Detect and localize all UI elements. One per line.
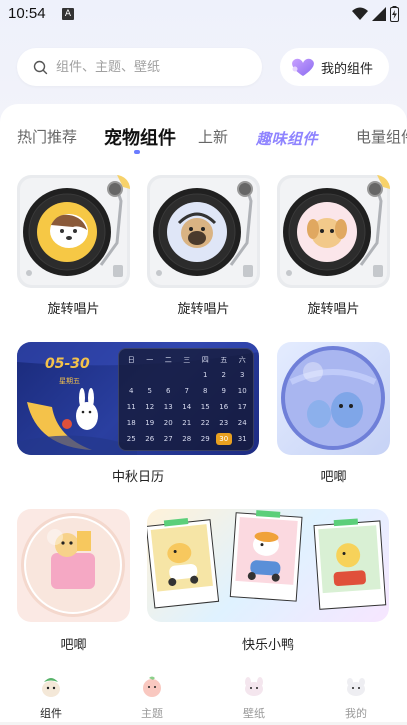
calendar-day: 24 <box>237 419 247 427</box>
calendar-header: 五 <box>220 356 228 364</box>
calendar-day: 13 <box>163 403 173 411</box>
bottom-nav: 组件 主题 壁纸 我的 <box>0 668 407 725</box>
duck-photos-art <box>147 510 387 610</box>
search-icon <box>33 60 48 74</box>
widget-record-3[interactable] <box>277 175 390 288</box>
calendar-weekday: 星期五 <box>59 377 80 385</box>
calendar-day: 19 <box>145 419 155 427</box>
status-icons <box>352 6 399 22</box>
calendar-day: 16 <box>219 403 229 411</box>
calendar-grid: 日一二三四五六 1 2 3 4 5 6 7 8 9 10 11 12 13 14 15 16 17 18 19 20 21… <box>118 348 254 451</box>
calendar-day: 27 <box>163 435 173 443</box>
calendar-header: 三 <box>183 356 191 364</box>
calendar-day: 28 <box>182 435 192 443</box>
widget-duck[interactable] <box>147 509 389 622</box>
calendar-day: 30 <box>215 433 232 445</box>
calendar-day: 22 <box>200 419 210 427</box>
calendar-header: 日 <box>127 356 135 364</box>
nav-label: 组件 <box>40 707 62 720</box>
calendar-day: 3 <box>240 371 245 379</box>
widget-label: 旋转唱片 <box>307 302 360 317</box>
calendar-day: 26 <box>145 435 155 443</box>
record-player-1 <box>20 175 130 285</box>
calendar-day: 5 <box>147 387 152 395</box>
calendar-day: 7 <box>184 387 189 395</box>
widget-bubble-2[interactable] <box>17 509 130 622</box>
widget-label: 快乐小鸭 <box>241 638 294 653</box>
widget-label: 吧唧 <box>320 470 347 485</box>
tab-pets[interactable]: 宠物组件 <box>104 126 176 150</box>
widget-record-2[interactable] <box>147 175 260 288</box>
search-box[interactable] <box>17 48 262 86</box>
calendar-day: 2 <box>221 371 226 379</box>
calendar-day: 11 <box>126 403 136 411</box>
nav-label: 主题 <box>141 707 163 720</box>
calendar-day: 8 <box>203 387 208 395</box>
tab-new[interactable]: 上新 <box>198 126 228 147</box>
calendar-day: 4 <box>129 387 134 395</box>
record-player-2 <box>150 178 257 285</box>
calendar-day: 25 <box>126 435 136 443</box>
calendar-day: 21 <box>182 419 192 427</box>
tab-fun[interactable]: 趣味组件 <box>256 128 318 149</box>
calendar-day: 6 <box>166 387 171 395</box>
calendar-day: 23 <box>219 419 229 427</box>
my-widgets-label: 我的组件 <box>321 61 374 77</box>
calendar-day: 1 <box>203 371 208 379</box>
calendar-date: 05-30 <box>45 356 90 372</box>
calendar-day: 10 <box>237 387 247 395</box>
tab-hot[interactable]: 热门推荐 <box>17 126 77 147</box>
widget-label: 旋转唱片 <box>177 302 230 317</box>
status-time: 10:54 <box>8 5 46 22</box>
battery-icon <box>390 6 399 22</box>
calendar-day: 12 <box>145 403 155 411</box>
calendar-day: 31 <box>237 435 247 443</box>
calendar-day: 17 <box>237 403 247 411</box>
nav-themes[interactable]: 主题 <box>122 668 182 721</box>
record-player-3 <box>280 175 390 285</box>
widget-label: 旋转唱片 <box>47 302 100 317</box>
widget-label: 吧唧 <box>60 638 87 653</box>
calendar-header: 二 <box>164 356 172 364</box>
notification-icon: A <box>62 8 74 20</box>
nav-profile[interactable]: 我的 <box>326 668 386 721</box>
nav-label: 我的 <box>345 707 367 720</box>
status-bar: 10:54 A <box>0 0 407 28</box>
widget-record-1[interactable] <box>17 175 130 288</box>
calendar-day: 9 <box>221 387 226 395</box>
heart-icon <box>292 58 314 76</box>
signal-icon <box>372 7 386 21</box>
tab-battery[interactable]: 电量组件 <box>356 126 407 147</box>
widgets-nav-icon <box>42 678 60 697</box>
bubble-art-2 <box>21 513 125 617</box>
calendar-header: 六 <box>238 356 246 364</box>
my-widgets-button[interactable]: 我的组件 <box>280 48 389 86</box>
calendar-day: 14 <box>182 403 192 411</box>
calendar-day: 15 <box>200 403 210 411</box>
wallpapers-nav-icon <box>245 677 263 696</box>
profile-nav-icon <box>347 678 365 696</box>
widget-label: 中秋日历 <box>111 470 164 485</box>
nav-widgets[interactable]: 组件 <box>21 668 81 721</box>
calendar-day: 20 <box>163 419 173 427</box>
nav-wallpapers[interactable]: 壁纸 <box>224 668 284 721</box>
widget-calendar[interactable]: 05-30 星期五 日一二三四五六 1 2 3 4 5 6 7 8 9 10 11 12 13 14 15 16… <box>17 342 259 455</box>
themes-nav-icon <box>143 676 161 697</box>
calendar-header: 一 <box>146 356 154 364</box>
widget-bubble-1[interactable] <box>277 342 390 455</box>
search-input[interactable] <box>56 59 236 75</box>
calendar-day: 29 <box>200 435 210 443</box>
bubble-art-1 <box>281 346 385 450</box>
calendar-day: 18 <box>126 419 136 427</box>
category-tabs: 热门推荐 宠物组件 上新 电量组件 <box>0 126 407 154</box>
tab-indicator <box>134 150 140 154</box>
nav-label: 壁纸 <box>243 707 265 720</box>
wifi-icon <box>352 7 368 20</box>
calendar-header: 四 <box>201 356 209 364</box>
